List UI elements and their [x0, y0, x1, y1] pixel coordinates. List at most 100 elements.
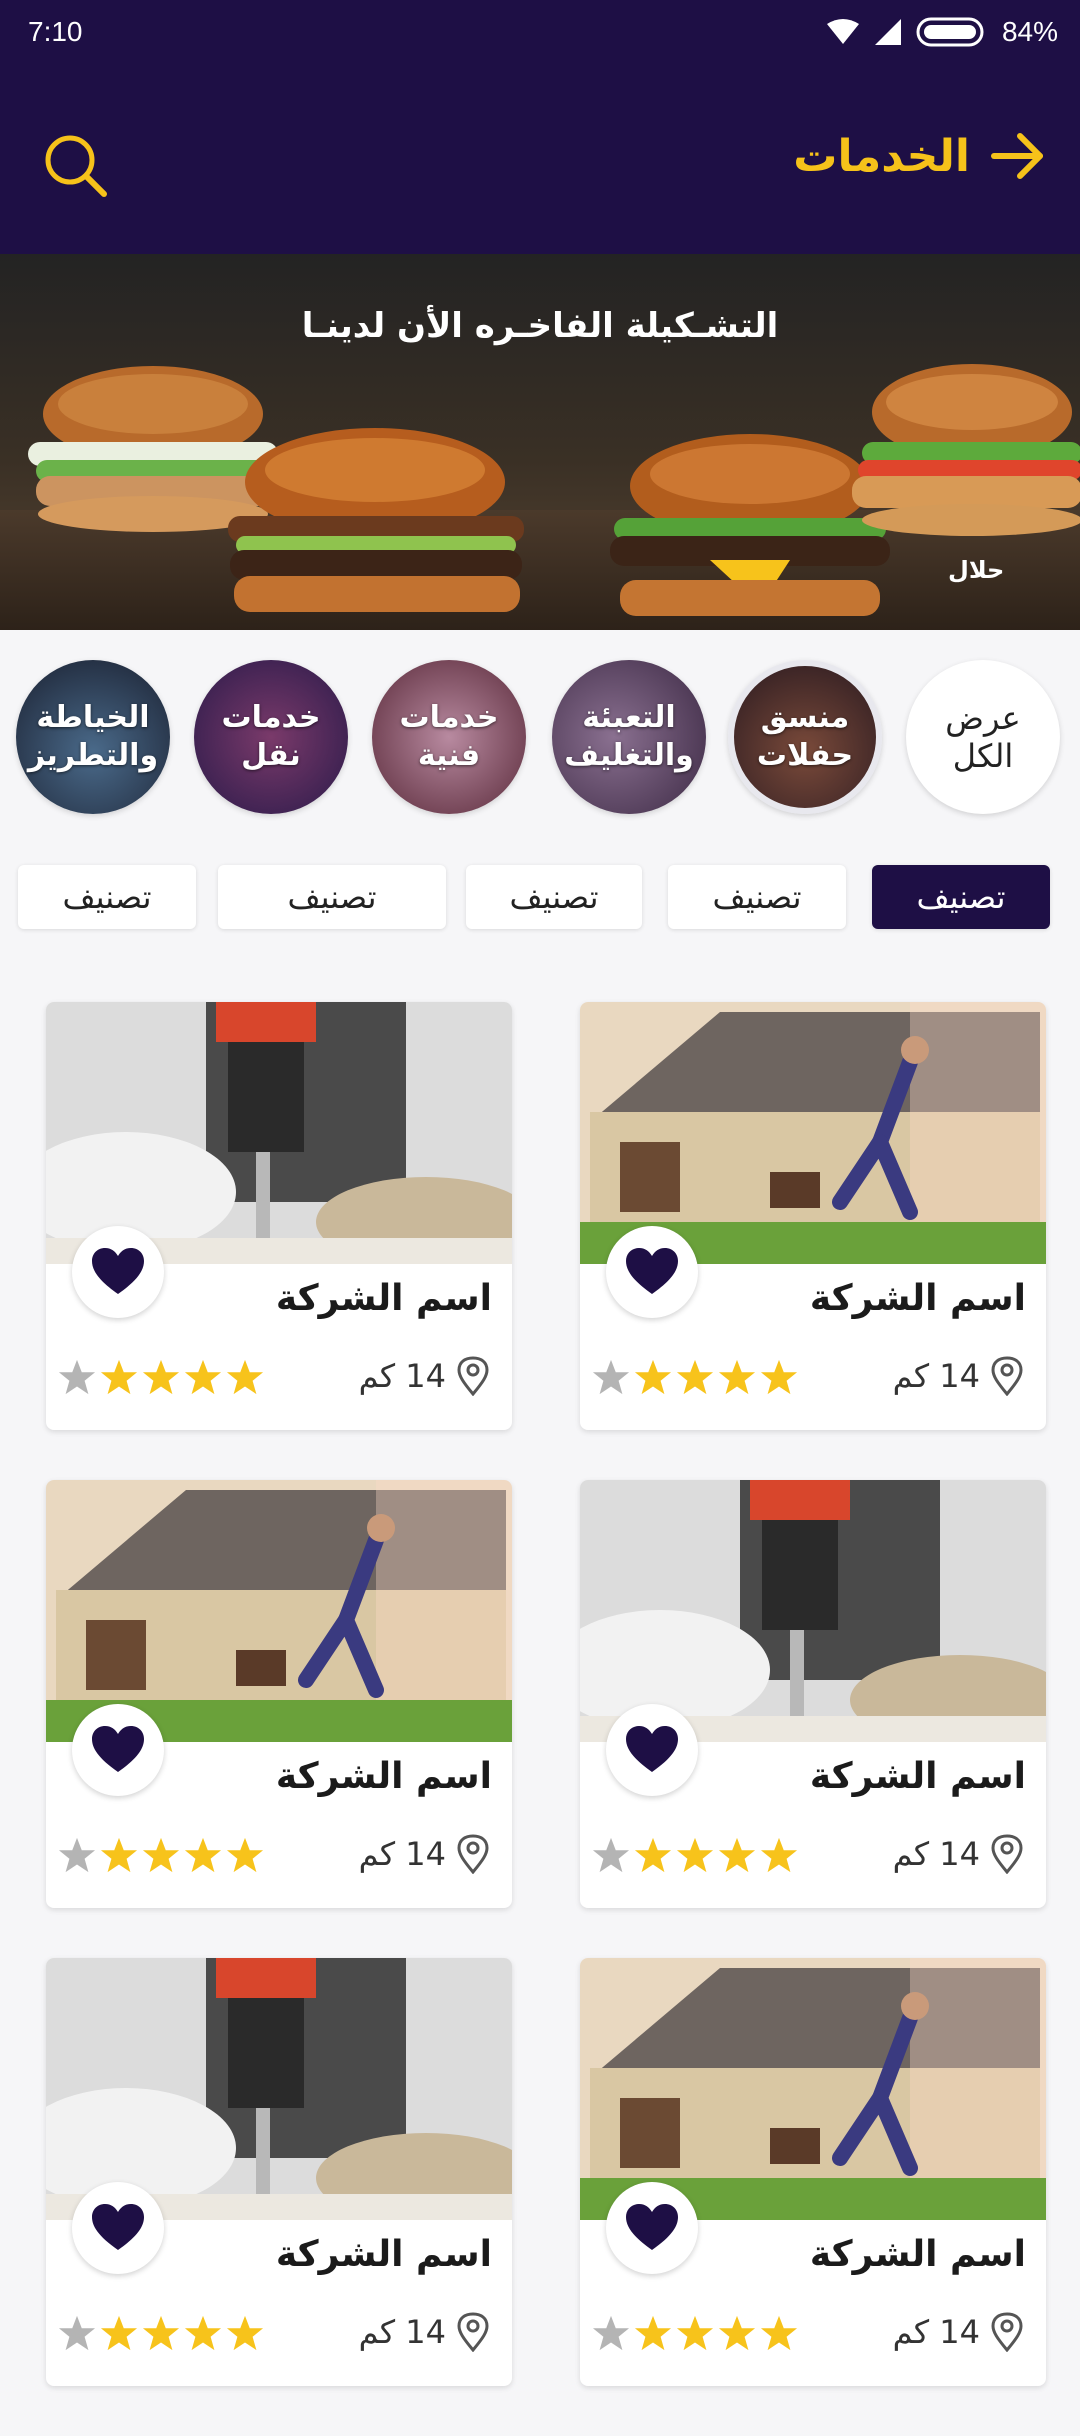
category-view-all[interactable]: عرض الكل — [906, 660, 1060, 814]
distance-label: 14 كم — [892, 2313, 980, 2351]
company-card[interactable]: اسم الشركة 14 كم — [580, 1480, 1046, 1908]
banner-headline: التشـكيلة الفاخـره الأن لدينـا — [301, 306, 779, 346]
company-image — [580, 1480, 1046, 1742]
star-icon — [634, 2315, 672, 2351]
star-icon — [676, 2315, 714, 2351]
filter-chip[interactable]: تصنيف — [872, 865, 1050, 929]
filter-chip[interactable]: تصنيف — [18, 865, 196, 929]
location-pin-icon — [991, 1834, 1023, 1874]
rating-stars — [58, 1836, 264, 1874]
rating-stars — [592, 1358, 798, 1396]
star-icon — [100, 2315, 138, 2351]
heart-icon — [92, 1726, 144, 1772]
category-carousel: عرض الكل منسق حفلات التعبئة والتغليف خدم… — [0, 660, 1080, 830]
status-right: 84% — [826, 16, 1058, 48]
filter-chip[interactable]: تصنيف — [218, 865, 446, 929]
company-image — [46, 1958, 512, 2220]
company-name: اسم الشركة — [809, 1278, 1026, 1319]
filter-chips: تصنيف تصنيف تصنيف تصنيف تصنيف — [0, 865, 1080, 929]
distance-label: 14 كم — [892, 1835, 980, 1873]
favorite-button[interactable] — [606, 2182, 698, 2274]
star-icon — [58, 1837, 96, 1873]
star-icon — [100, 1837, 138, 1873]
location-pin-icon — [457, 1356, 489, 1396]
location-pin-icon — [991, 1356, 1023, 1396]
favorite-button[interactable] — [72, 2182, 164, 2274]
back-button[interactable]: الخدمات — [793, 128, 1046, 184]
location-pin-icon — [457, 1834, 489, 1874]
filter-chip[interactable]: تصنيف — [466, 865, 642, 929]
star-icon — [718, 1837, 756, 1873]
page-title: الخدمات — [793, 130, 970, 182]
company-image — [46, 1002, 512, 1264]
company-name: اسم الشركة — [809, 2234, 1026, 2275]
star-icon — [226, 1837, 264, 1873]
category-party-planner[interactable]: منسق حفلات — [728, 660, 882, 814]
star-icon — [760, 2315, 798, 2351]
burger-image — [228, 428, 524, 612]
company-name: اسم الشركة — [275, 2234, 492, 2275]
heart-icon — [626, 2204, 678, 2250]
category-label: الخياطة والتطريز — [27, 700, 159, 773]
favorite-button[interactable] — [606, 1704, 698, 1796]
category-label: خدمات فنية — [399, 700, 499, 773]
wifi-icon — [826, 19, 859, 44]
heart-icon — [92, 1248, 144, 1294]
star-icon — [226, 2315, 264, 2351]
star-icon — [58, 2315, 96, 2351]
app-header: 7:10 84% الخدمات — [0, 0, 1080, 254]
category-transport[interactable]: خدمات نقل — [194, 660, 348, 814]
heart-icon — [92, 2204, 144, 2250]
company-name: اسم الشركة — [275, 1278, 492, 1319]
company-distance: 14 كم — [359, 1834, 490, 1874]
app-screen: 7:10 84% الخدمات التشـكيلة الفاخـره الأن… — [0, 0, 1080, 2436]
category-tailoring[interactable]: الخياطة والتطريز — [16, 660, 170, 814]
search-button[interactable] — [40, 130, 110, 200]
filter-chip[interactable]: تصنيف — [668, 865, 846, 929]
company-card[interactable]: اسم الشركة 14 كم — [580, 1958, 1046, 2386]
promo-banner[interactable]: التشـكيلة الفاخـره الأن لدينـا حلال — [0, 254, 1080, 630]
company-card[interactable]: اسم الشركة 14 كم — [580, 1002, 1046, 1430]
arrow-right-icon — [991, 133, 1043, 179]
category-packaging[interactable]: التعبئة والتغليف — [552, 660, 706, 814]
status-bar: 7:10 84% — [0, 0, 1080, 70]
star-icon — [634, 1359, 672, 1395]
battery-percent: 84% — [1001, 16, 1058, 47]
star-icon — [718, 1359, 756, 1395]
star-icon — [592, 2315, 630, 2351]
company-distance: 14 كم — [893, 2312, 1024, 2352]
category-label: خدمات نقل — [221, 700, 321, 773]
rating-stars — [58, 1358, 264, 1396]
star-icon — [676, 1359, 714, 1395]
rating-stars — [58, 2314, 264, 2352]
company-name: اسم الشركة — [809, 1756, 1026, 1797]
halal-badge: حلال — [948, 556, 1005, 584]
category-label: منسق حفلات — [756, 700, 854, 773]
company-card[interactable]: اسم الشركة 14 كم — [46, 1002, 512, 1430]
battery-icon — [916, 17, 984, 47]
favorite-button[interactable] — [606, 1226, 698, 1318]
location-pin-icon — [457, 2312, 489, 2352]
star-icon — [184, 2315, 222, 2351]
company-image — [580, 1958, 1046, 2220]
company-distance: 14 كم — [893, 1834, 1024, 1874]
star-icon — [760, 1359, 798, 1395]
company-image — [46, 1480, 512, 1742]
burger-image — [852, 364, 1080, 536]
rating-stars — [592, 1836, 798, 1874]
company-card[interactable]: اسم الشركة 14 كم — [46, 1958, 512, 2386]
star-icon — [226, 1359, 264, 1395]
company-distance: 14 كم — [893, 1356, 1024, 1396]
company-card[interactable]: اسم الشركة 14 كم — [46, 1480, 512, 1908]
star-icon — [592, 1837, 630, 1873]
star-icon — [634, 1837, 672, 1873]
company-image — [580, 1002, 1046, 1264]
title-row: الخدمات — [0, 110, 1080, 210]
distance-label: 14 كم — [358, 1835, 446, 1873]
star-icon — [142, 2315, 180, 2351]
star-icon — [592, 1359, 630, 1395]
favorite-button[interactable] — [72, 1704, 164, 1796]
distance-label: 14 كم — [358, 1357, 446, 1395]
category-technical-services[interactable]: خدمات فنية — [372, 660, 526, 814]
favorite-button[interactable] — [72, 1226, 164, 1318]
